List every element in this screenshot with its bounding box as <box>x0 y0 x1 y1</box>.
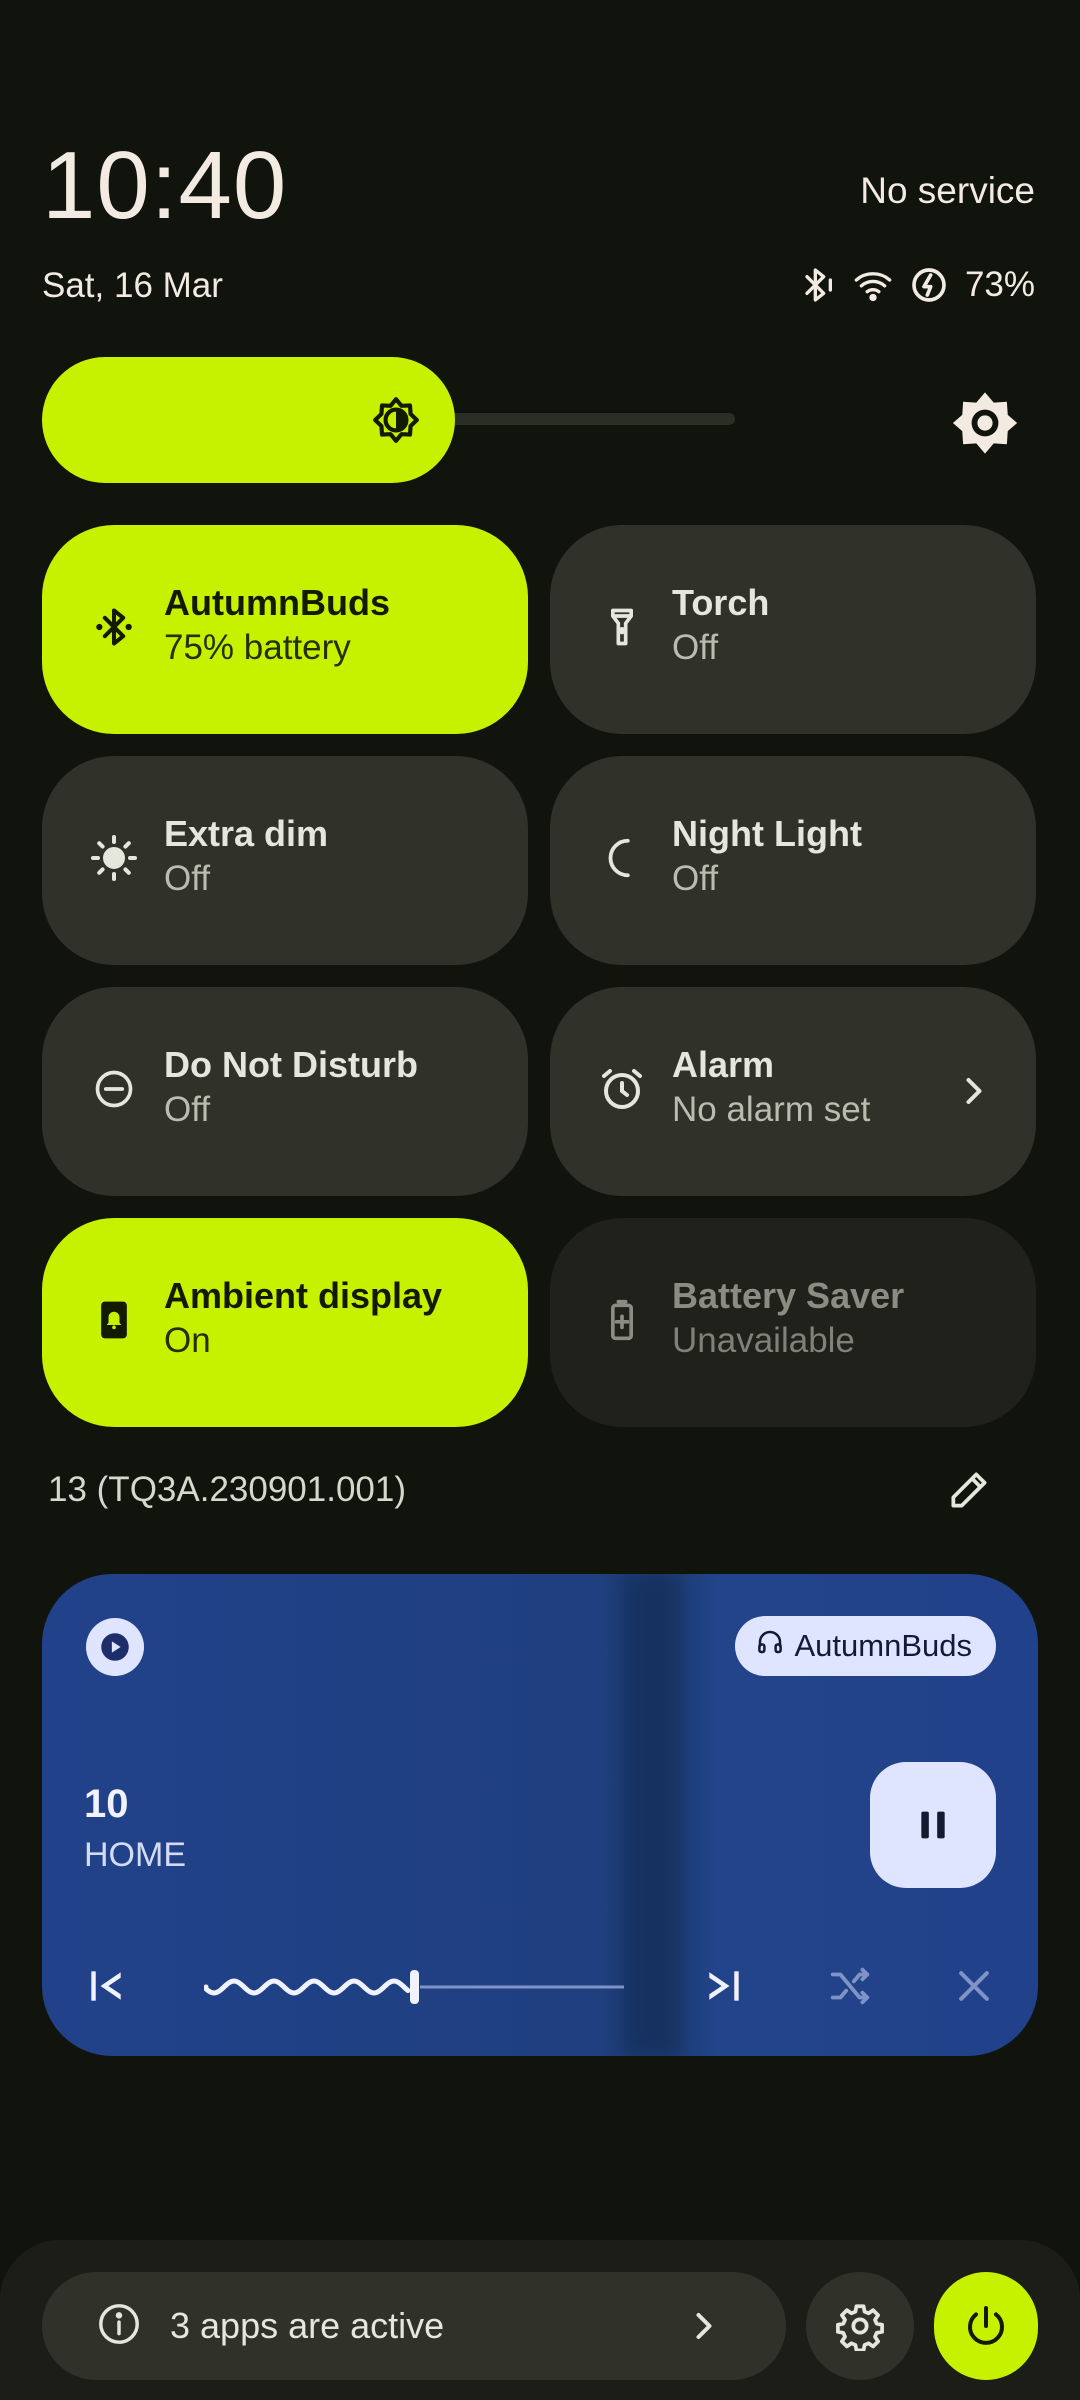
edit-icon[interactable] <box>945 1464 995 1514</box>
battery-charging-icon <box>909 265 949 305</box>
tile-subtitle: On <box>164 1321 211 1361</box>
date[interactable]: Sat, 16 Mar <box>42 266 223 306</box>
close-icon <box>959 1971 989 2001</box>
media-player-card[interactable]: AutumnBuds 10 HOME <box>42 1574 1038 2056</box>
tile-title: Extra dim <box>164 813 329 854</box>
dismiss-button[interactable] <box>946 1958 1002 2014</box>
ambient-display-icon <box>82 1288 146 1352</box>
gear-icon <box>836 2304 884 2351</box>
moon-icon <box>590 826 654 890</box>
tile-title: Battery Saver <box>672 1275 905 1316</box>
info-icon <box>96 2301 142 2352</box>
tile-subtitle: No alarm set <box>672 1090 871 1130</box>
tile-extra-dim[interactable]: Extra dim Off <box>42 756 528 965</box>
chevron-right-icon <box>952 1069 996 1113</box>
power-button[interactable] <box>934 2272 1038 2380</box>
carrier-label: No service <box>860 170 1035 211</box>
tile-title: Torch <box>672 582 770 623</box>
battery-percent: 73% <box>964 265 1035 304</box>
alarm-icon <box>590 1057 654 1121</box>
seek-bar[interactable] <box>204 1962 624 2012</box>
shuffle-icon <box>830 1967 870 2005</box>
do-not-disturb-icon <box>82 1057 146 1121</box>
tile-title: AutumnBuds <box>164 582 390 623</box>
tile-title: Ambient display <box>164 1275 443 1316</box>
tile-battery-saver[interactable]: Battery Saver Unavailable <box>550 1218 1036 1427</box>
output-device-chip[interactable]: AutumnBuds <box>734 1616 996 1676</box>
build-number[interactable]: 13 (TQ3A.230901.001) <box>48 1470 406 1510</box>
tile-night-light[interactable]: Night Light Off <box>550 756 1036 965</box>
wifi-icon <box>853 265 893 305</box>
media-app-icon[interactable] <box>86 1618 144 1676</box>
tile-ambient-display[interactable]: Ambient display On <box>42 1218 528 1427</box>
brightness-icon <box>371 395 421 445</box>
active-apps-label: 3 apps are active <box>170 2305 445 2346</box>
tile-torch[interactable]: Torch Off <box>550 525 1036 734</box>
bluetooth-icon <box>82 595 146 659</box>
active-apps-button[interactable]: 3 apps are active <box>42 2272 786 2380</box>
flashlight-icon <box>590 595 654 659</box>
auto-brightness-icon[interactable] <box>950 388 1020 458</box>
tile-title: Night Light <box>672 813 862 854</box>
tile-subtitle: Off <box>672 859 719 899</box>
tile-bluetooth[interactable]: AutumnBuds 75% battery <box>42 525 528 734</box>
sun-icon <box>82 826 146 890</box>
tile-subtitle: 75% battery <box>164 628 351 668</box>
shuffle-button[interactable] <box>822 1958 878 2014</box>
tile-subtitle: Off <box>672 628 719 668</box>
tile-subtitle: Off <box>164 1090 211 1130</box>
bluetooth-connected-icon <box>797 265 837 305</box>
tile-subtitle: Unavailable <box>672 1321 855 1361</box>
pause-icon <box>921 1811 945 1839</box>
tile-do-not-disturb[interactable]: Do Not Disturb Off <box>42 987 528 1196</box>
album-art-background <box>622 1574 682 2056</box>
clock[interactable]: 10:40 <box>42 138 287 234</box>
tile-subtitle: Off <box>164 859 211 899</box>
brightness-slider[interactable] <box>42 357 885 483</box>
output-device-label: AutumnBuds <box>794 1628 973 1663</box>
power-icon <box>968 2306 1004 2345</box>
pause-button[interactable] <box>870 1762 996 1888</box>
previous-button[interactable] <box>78 1958 134 2014</box>
skip-previous-icon <box>91 1971 121 2001</box>
status-icons: 73% <box>797 262 1035 308</box>
tile-alarm[interactable]: Alarm No alarm set <box>550 987 1036 1196</box>
settings-button[interactable] <box>806 2272 914 2380</box>
quick-settings-panel: 10:40 No service Sat, 16 Mar 73% AutumnB… <box>0 0 1080 2400</box>
tile-title: Do Not Disturb <box>164 1044 418 1085</box>
next-button[interactable] <box>696 1958 752 2014</box>
track-artist: HOME <box>84 1836 186 1874</box>
headphones-icon <box>755 1627 785 1665</box>
skip-next-icon <box>709 1971 739 2001</box>
brightness-track <box>435 413 735 425</box>
battery-saver-icon <box>590 1288 654 1352</box>
track-title: 10 <box>84 1782 129 1826</box>
tile-title: Alarm <box>672 1044 775 1085</box>
chevron-right-icon <box>682 2304 726 2353</box>
